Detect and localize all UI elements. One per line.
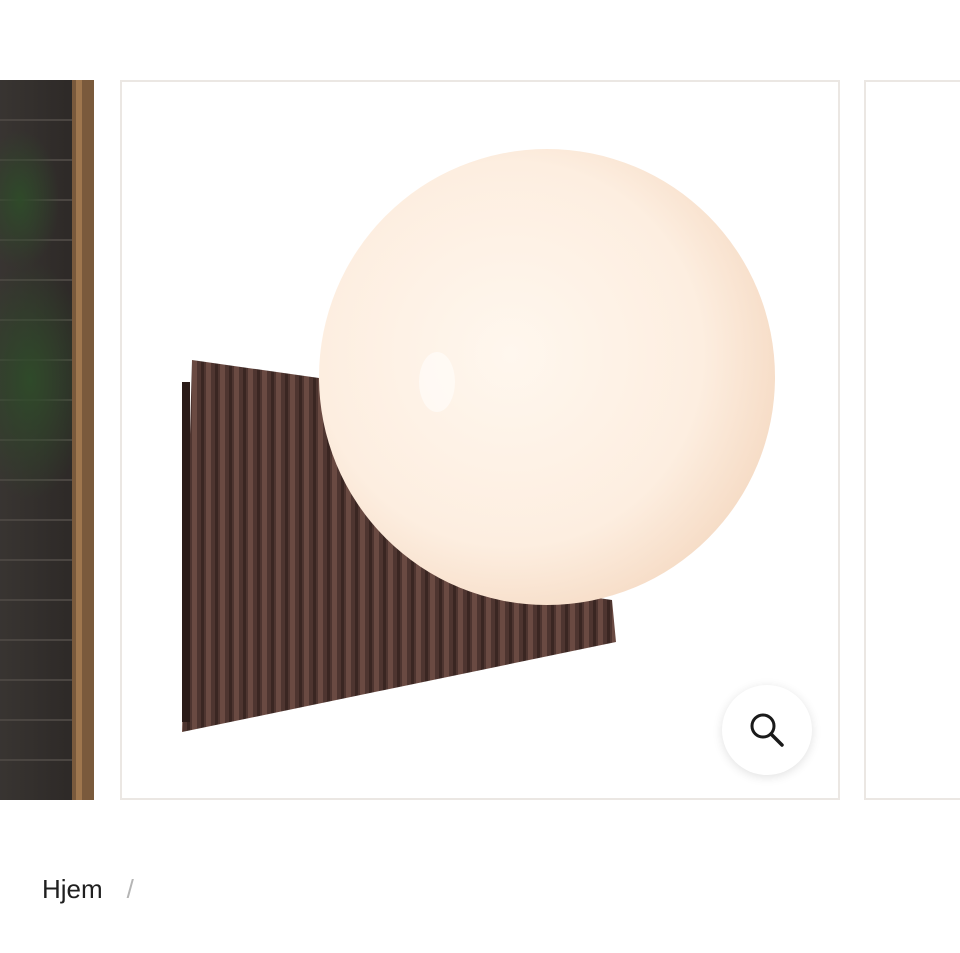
zoom-button[interactable] bbox=[722, 685, 812, 775]
previous-slide-photo bbox=[0, 80, 94, 800]
product-image-carousel[interactable] bbox=[0, 0, 960, 820]
next-slide-photo bbox=[866, 82, 960, 798]
product-page: Hjem / bbox=[0, 0, 960, 953]
lamp-globe bbox=[319, 149, 775, 605]
search-icon bbox=[750, 713, 784, 747]
breadcrumb-separator: / bbox=[126, 874, 134, 904]
gallery-slide-current[interactable] bbox=[120, 80, 840, 800]
wall-lamp-product-image bbox=[182, 149, 775, 732]
breadcrumb-home-link[interactable]: Hjem bbox=[42, 874, 103, 905]
gallery-slide-next[interactable] bbox=[864, 80, 960, 800]
breadcrumb: Hjem / bbox=[42, 874, 134, 905]
gallery-slide-previous[interactable] bbox=[0, 80, 94, 800]
